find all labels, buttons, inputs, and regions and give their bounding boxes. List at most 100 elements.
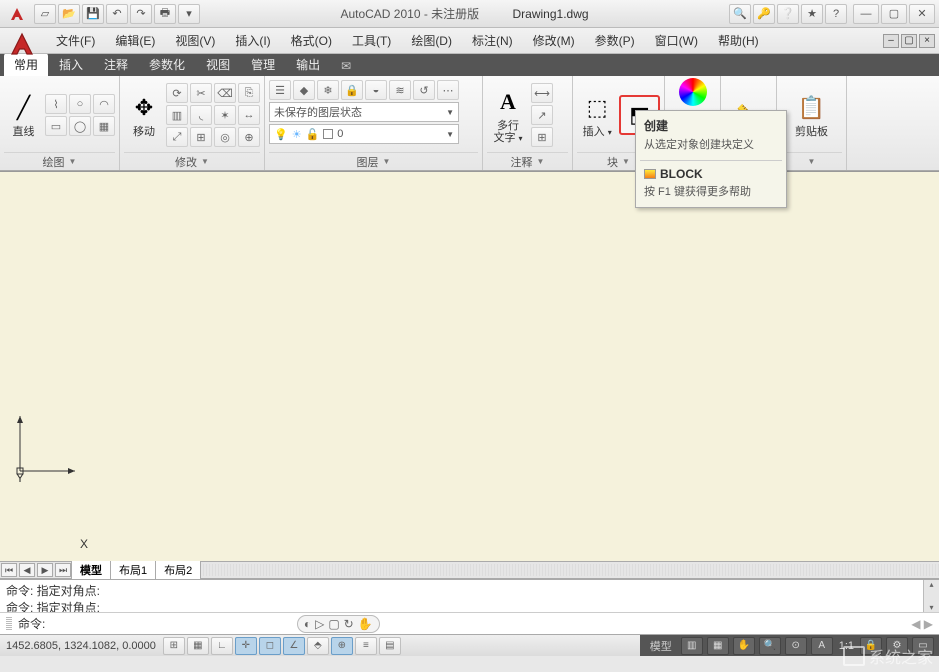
ltab-prev-icon[interactable]: ◀: [19, 563, 35, 577]
layerprev-icon[interactable]: ↺: [413, 80, 435, 100]
tab-output[interactable]: 输出: [286, 53, 330, 76]
nav-rect-icon[interactable]: ▢: [328, 617, 339, 631]
trim-icon[interactable]: ✂: [190, 83, 212, 103]
layermore-icon[interactable]: ⋯: [437, 80, 459, 100]
qat-undo-icon[interactable]: ↶: [106, 4, 128, 24]
copy-icon[interactable]: ⎘: [238, 83, 260, 103]
fillet-icon[interactable]: ◟: [190, 105, 212, 125]
tab-view[interactable]: 视图: [196, 53, 240, 76]
tab-manage[interactable]: 管理: [241, 53, 285, 76]
sb-anno-icon[interactable]: A: [811, 637, 833, 655]
rotate-icon[interactable]: ⟳: [166, 83, 188, 103]
leader-icon[interactable]: ↗: [531, 105, 553, 125]
menu-tools[interactable]: 工具(T): [342, 28, 401, 53]
menu-dim[interactable]: 标注(N): [462, 28, 523, 53]
sb-zoom-icon[interactable]: 🔍: [759, 637, 781, 655]
sb-layout-icon[interactable]: ▥: [681, 637, 703, 655]
menu-format[interactable]: 格式(O): [281, 28, 342, 53]
ltab-last-icon[interactable]: ⏭: [55, 563, 71, 577]
command-prompt[interactable]: 命令:: [18, 615, 45, 632]
ellipse-icon[interactable]: ◯: [69, 116, 91, 136]
layeroff-icon[interactable]: ◒: [365, 80, 387, 100]
lwt-icon[interactable]: ≡: [355, 637, 377, 655]
mdi-max-icon[interactable]: ▢: [901, 34, 917, 48]
menu-edit[interactable]: 编辑(E): [105, 28, 165, 53]
ortho-icon[interactable]: ∟: [211, 637, 233, 655]
circle-icon[interactable]: ○: [69, 94, 91, 114]
rect-icon[interactable]: ▭: [45, 116, 67, 136]
nav-play-icon[interactable]: ▷: [315, 617, 324, 631]
model-space-toggle[interactable]: 模型: [644, 635, 678, 656]
sb-pan-icon[interactable]: ✋: [733, 637, 755, 655]
chevron-down-icon[interactable]: ▼: [808, 157, 816, 166]
qat-more-icon[interactable]: ▾: [178, 4, 200, 24]
scale-icon[interactable]: ⤢: [166, 127, 188, 147]
arc-icon[interactable]: ◠: [93, 94, 115, 114]
comm-icon[interactable]: ❔: [777, 4, 799, 24]
menu-insert[interactable]: 插入(I): [225, 28, 280, 53]
offset-icon[interactable]: ◎: [214, 127, 236, 147]
star-icon[interactable]: ★: [801, 4, 823, 24]
sb-qv-icon[interactable]: ▦: [707, 637, 729, 655]
layerfrz-icon[interactable]: ❄: [317, 80, 339, 100]
chevron-down-icon[interactable]: ▼: [201, 157, 209, 166]
osnap-icon[interactable]: ◻: [259, 637, 281, 655]
tab-annotate[interactable]: 注释: [94, 53, 138, 76]
tab-extra-icon[interactable]: ✉: [331, 56, 361, 76]
array-icon[interactable]: ⊞: [190, 127, 212, 147]
mdi-close-icon[interactable]: ×: [919, 34, 935, 48]
table-icon[interactable]: ⊞: [531, 127, 553, 147]
tab-insert[interactable]: 插入: [49, 53, 93, 76]
menu-file[interactable]: 文件(F): [46, 28, 105, 53]
snap-icon[interactable]: ⊞: [163, 637, 185, 655]
menu-view[interactable]: 视图(V): [165, 28, 225, 53]
menu-window[interactable]: 窗口(W): [645, 28, 708, 53]
layout-tab-model[interactable]: 模型: [71, 560, 111, 580]
otrack-icon[interactable]: ∠: [283, 637, 305, 655]
qat-open-icon[interactable]: 📂: [58, 4, 80, 24]
erase-icon[interactable]: ⌫: [214, 83, 236, 103]
explode-icon[interactable]: ✶: [214, 105, 236, 125]
drawing-canvas[interactable]: Y X: [0, 171, 939, 561]
qat-print-icon[interactable]: 🖶: [154, 4, 176, 24]
nav-orbit-icon[interactable]: ↻: [344, 617, 354, 631]
qat-redo-icon[interactable]: ↷: [130, 4, 152, 24]
qat-new-icon[interactable]: ▱: [34, 4, 56, 24]
chevron-down-icon[interactable]: ▼: [69, 157, 77, 166]
grid-icon[interactable]: ▦: [187, 637, 209, 655]
ltab-first-icon[interactable]: ⏮: [1, 563, 17, 577]
layer-current-dropdown[interactable]: 💡☀🔓 0 ▼: [269, 124, 459, 144]
cmd-scrollbar[interactable]: ▴▾: [923, 580, 939, 612]
mirror-icon[interactable]: ▥: [166, 105, 188, 125]
line-button[interactable]: ╱ 直线: [4, 90, 43, 140]
help-icon[interactable]: ?: [825, 4, 847, 24]
nav-pan-icon[interactable]: ◐: [304, 617, 311, 631]
close-button[interactable]: ✕: [909, 4, 935, 24]
polyline-icon[interactable]: ⌇: [45, 94, 67, 114]
minimize-button[interactable]: —: [853, 4, 879, 24]
qat-save-icon[interactable]: 💾: [82, 4, 104, 24]
menu-help[interactable]: 帮助(H): [708, 28, 769, 53]
join-icon[interactable]: ⊕: [238, 127, 260, 147]
dyn-icon[interactable]: ⊕: [331, 637, 353, 655]
qp-icon[interactable]: ▤: [379, 637, 401, 655]
menu-modify[interactable]: 修改(M): [523, 28, 585, 53]
mdi-min-icon[interactable]: –: [883, 34, 899, 48]
color-wheel-icon[interactable]: [679, 78, 707, 106]
insert-block-button[interactable]: ⬚ 插入 ▾: [577, 90, 617, 141]
chevron-down-icon[interactable]: ▼: [383, 157, 391, 166]
layout-tab-1[interactable]: 布局1: [110, 560, 156, 580]
polar-icon[interactable]: ✛: [235, 637, 257, 655]
dim-icon[interactable]: ⟷: [531, 83, 553, 103]
move-button[interactable]: ✥ 移动: [124, 90, 164, 140]
layout-tab-2[interactable]: 布局2: [155, 560, 201, 580]
layermatch-icon[interactable]: ≋: [389, 80, 411, 100]
paste-button[interactable]: 📋 剪贴板: [791, 90, 833, 140]
tab-param[interactable]: 参数化: [139, 53, 195, 76]
chevron-down-icon[interactable]: ▼: [537, 157, 545, 166]
hatch-icon[interactable]: ▦: [93, 116, 115, 136]
nav-hand-icon[interactable]: ✋: [358, 617, 373, 631]
menu-param[interactable]: 参数(P): [585, 28, 645, 53]
layeriso-icon[interactable]: ◆: [293, 80, 315, 100]
key-icon[interactable]: 🔑: [753, 4, 775, 24]
